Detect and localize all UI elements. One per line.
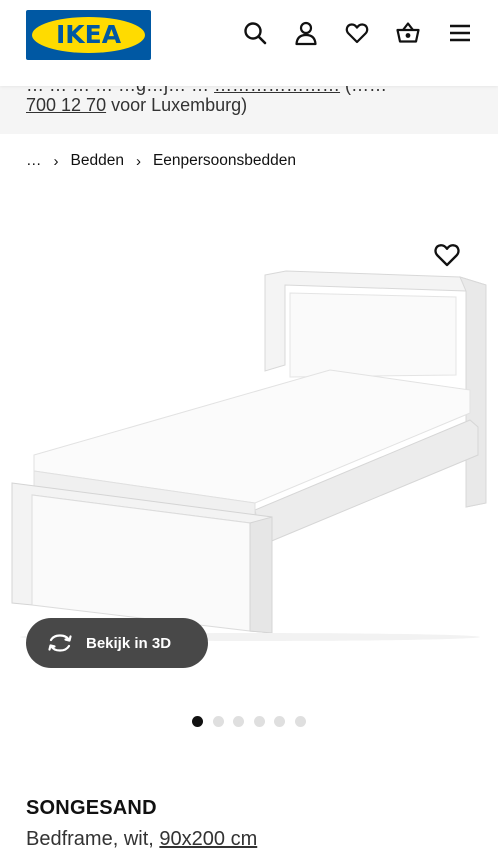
gallery-dot[interactable] bbox=[253, 716, 265, 727]
breadcrumb-bedden[interactable]: Bedden bbox=[71, 152, 124, 170]
chevron-right-icon: › bbox=[135, 152, 141, 170]
logo-text: IKEA bbox=[55, 20, 122, 49]
product-description-text: Bedframe, wit, bbox=[26, 828, 160, 850]
basket-icon[interactable] bbox=[395, 20, 421, 46]
ikea-logo[interactable]: IKEA bbox=[26, 10, 151, 60]
heart-icon[interactable] bbox=[344, 20, 370, 46]
search-icon[interactable] bbox=[242, 20, 268, 46]
breadcrumb-eenpersoonsbedden[interactable]: Eenpersoonsbedden bbox=[153, 152, 296, 170]
account-icon[interactable] bbox=[293, 20, 319, 46]
breadcrumb-ellipsis[interactable]: … bbox=[26, 152, 42, 170]
banner-bottom-line: 700 12 70 voor Luxemburg) bbox=[26, 95, 247, 116]
gallery-dot[interactable] bbox=[294, 716, 306, 727]
site-header: IKEA bbox=[0, 0, 498, 86]
breadcrumb: … › Bedden › Eenpersoonsbedden bbox=[26, 150, 296, 172]
logo-oval: IKEA bbox=[32, 17, 145, 53]
luxembourg-phone-link[interactable]: 700 12 70 bbox=[26, 95, 106, 115]
add-to-favorites-heart-icon[interactable] bbox=[432, 240, 462, 270]
product-description: Bedframe, wit, 90x200 cm bbox=[26, 828, 257, 851]
gallery-dot[interactable] bbox=[274, 716, 286, 727]
gallery-pagination bbox=[192, 716, 316, 728]
chevron-right-icon: › bbox=[53, 152, 59, 170]
gallery-dot[interactable] bbox=[212, 716, 224, 727]
rotate-3d-icon bbox=[46, 629, 74, 657]
product-size-link[interactable]: 90x200 cm bbox=[159, 828, 257, 850]
product-image-bed[interactable] bbox=[0, 255, 498, 645]
view-in-3d-button[interactable]: Bekijk in 3D bbox=[26, 618, 208, 668]
gallery-dot[interactable] bbox=[233, 716, 245, 727]
gallery-dot[interactable] bbox=[192, 716, 203, 727]
menu-icon[interactable] bbox=[447, 20, 473, 46]
view-in-3d-label: Bekijk in 3D bbox=[86, 634, 172, 652]
banner-luxembourg-text: voor Luxemburg) bbox=[106, 95, 248, 115]
product-name: SONGESAND bbox=[26, 797, 157, 819]
